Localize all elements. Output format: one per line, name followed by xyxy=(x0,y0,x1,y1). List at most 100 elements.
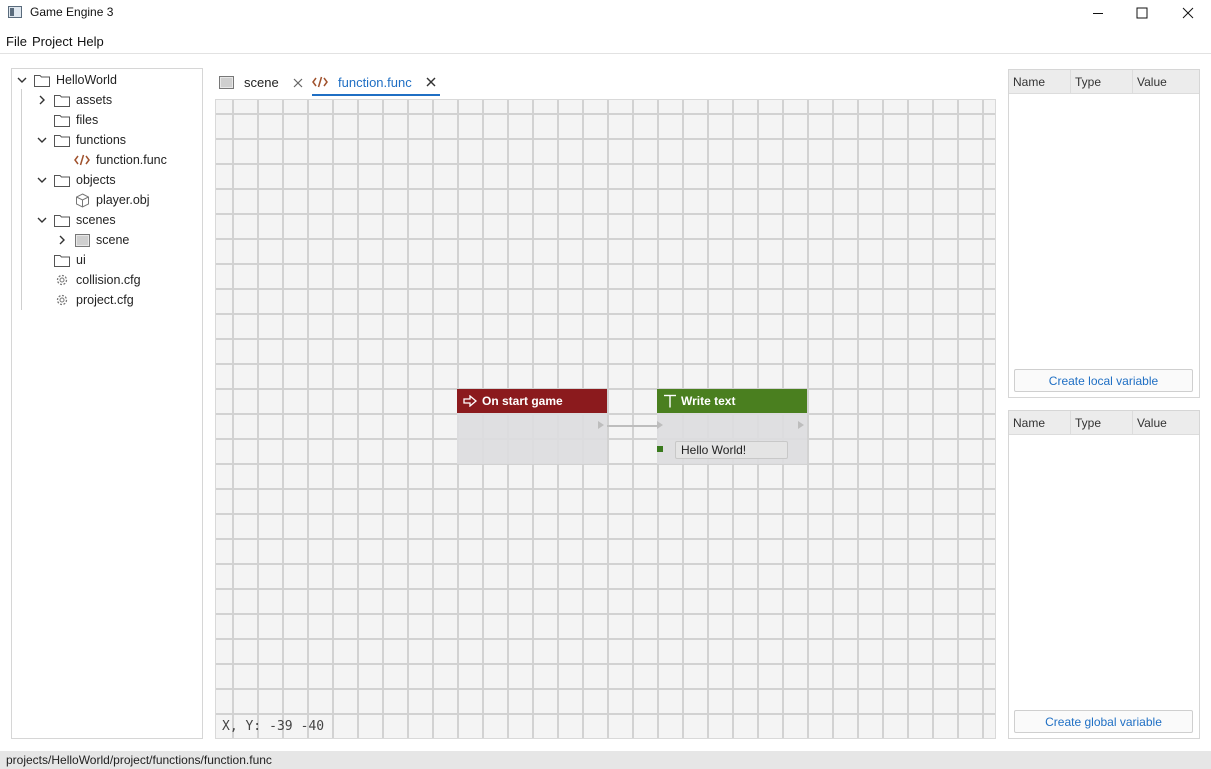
column-type[interactable]: Type xyxy=(1071,411,1133,434)
tree-item-label: collision.cfg xyxy=(76,273,141,287)
minimize-icon xyxy=(1093,13,1103,14)
text-value-input[interactable]: Hello World! xyxy=(675,441,788,459)
image-icon xyxy=(219,76,234,89)
tree-item-label: functions xyxy=(76,133,127,147)
column-name[interactable]: Name xyxy=(1009,70,1071,93)
maximize-icon xyxy=(1136,7,1148,19)
tree-item-assets[interactable]: assets xyxy=(36,90,112,110)
exec-output-pin[interactable] xyxy=(598,421,604,429)
node-graph-canvas[interactable]: On start game Write text Hello World! X,… xyxy=(215,99,996,739)
tree-item-ui[interactable]: ui xyxy=(36,250,86,270)
folder-icon xyxy=(54,110,70,130)
minimize-button[interactable] xyxy=(1075,0,1121,26)
title-bar: Game Engine 3 xyxy=(0,0,1211,26)
close-icon[interactable] xyxy=(426,77,436,87)
folder-icon xyxy=(54,170,70,190)
node-header[interactable]: On start game xyxy=(457,389,607,413)
coord-x: -39 xyxy=(269,719,293,734)
folder-icon xyxy=(54,250,70,270)
chevron-down-icon[interactable] xyxy=(36,170,48,190)
chevron-down-icon[interactable] xyxy=(36,130,48,150)
text-icon xyxy=(663,394,677,408)
folder-icon xyxy=(54,90,70,110)
column-value[interactable]: Value xyxy=(1133,70,1199,93)
column-type[interactable]: Type xyxy=(1071,70,1133,93)
menu-bar: File Project Help xyxy=(0,30,1211,54)
coords-label: X, Y: xyxy=(222,719,262,734)
tab-scene[interactable]: scene xyxy=(219,70,303,95)
tree-item-player-obj[interactable]: player.obj xyxy=(74,190,150,210)
tree-item-helloworld[interactable]: HelloWorld xyxy=(16,70,117,90)
status-path: projects/HelloWorld/project/functions/fu… xyxy=(6,753,272,767)
tree-item-label: scenes xyxy=(76,213,116,227)
chevron-down-icon[interactable] xyxy=(36,210,48,230)
tree-item-files[interactable]: files xyxy=(36,110,98,130)
exec-input-pin[interactable] xyxy=(657,421,663,429)
tree-item-label: objects xyxy=(76,173,116,187)
tree-item-label: ui xyxy=(76,253,86,267)
tree-item-project-cfg[interactable]: project.cfg xyxy=(36,290,134,310)
node-on-start-game[interactable]: On start game xyxy=(457,389,607,464)
project-tree: HelloWorld assets files functions functi… xyxy=(11,68,203,739)
node-body xyxy=(457,413,607,464)
tree-item-scenes[interactable]: scenes xyxy=(36,210,116,230)
chevron-right-icon[interactable] xyxy=(36,90,48,110)
image-icon xyxy=(74,230,90,250)
chevron-right-icon[interactable] xyxy=(56,230,68,250)
create-local-variable-button[interactable]: Create local variable xyxy=(1014,369,1193,392)
exec-output-pin[interactable] xyxy=(798,421,804,429)
folder-icon xyxy=(34,70,50,90)
variables-table-header: Name Type Value xyxy=(1009,411,1199,435)
arrow-right-icon xyxy=(463,395,478,407)
variables-table-header: Name Type Value xyxy=(1009,70,1199,94)
folder-icon xyxy=(54,210,70,230)
window-title: Game Engine 3 xyxy=(30,5,114,19)
menu-project[interactable]: Project xyxy=(32,34,72,49)
tree-item-functions[interactable]: functions xyxy=(36,130,126,150)
cursor-coordinates: X, Y: -39 -40 xyxy=(222,719,324,734)
gear-icon xyxy=(54,270,70,290)
tree-item-label: scene xyxy=(96,233,130,247)
tab-label: scene xyxy=(244,75,279,90)
node-write-text[interactable]: Write text Hello World! xyxy=(657,389,807,464)
tree-item-label: function.func xyxy=(96,153,167,167)
column-value[interactable]: Value xyxy=(1133,411,1199,434)
tab-label: function.func xyxy=(338,74,412,90)
tree-item-function-func[interactable]: function.func xyxy=(74,150,167,170)
node-body: Hello World! xyxy=(657,413,807,464)
node-title: Write text xyxy=(681,394,736,408)
tab-function-func[interactable]: function.func xyxy=(312,70,440,96)
menu-help[interactable]: Help xyxy=(77,34,104,49)
exec-connection xyxy=(607,425,657,427)
cube-icon xyxy=(74,190,90,210)
tree-item-label: HelloWorld xyxy=(56,73,117,87)
code-icon xyxy=(74,150,90,170)
maximize-button[interactable] xyxy=(1119,0,1165,26)
folder-icon xyxy=(54,130,70,150)
chevron-down-icon[interactable] xyxy=(16,70,28,90)
editor-tabs: scene function.func xyxy=(214,70,996,96)
gear-icon xyxy=(54,290,70,310)
status-bar: projects/HelloWorld/project/functions/fu… xyxy=(0,751,1211,769)
global-variables-panel: Name Type Value Create global variable xyxy=(1008,410,1200,739)
tree-item-scene[interactable]: scene xyxy=(56,230,129,250)
tree-item-label: player.obj xyxy=(96,193,150,207)
app-icon xyxy=(8,6,22,18)
text-input-pin[interactable] xyxy=(657,446,663,452)
local-variables-panel: Name Type Value Create local variable xyxy=(1008,69,1200,398)
close-icon xyxy=(1182,7,1194,19)
close-window-button[interactable] xyxy=(1165,0,1211,26)
node-title: On start game xyxy=(482,394,563,408)
create-global-variable-button[interactable]: Create global variable xyxy=(1014,710,1193,733)
tree-item-collision-cfg[interactable]: collision.cfg xyxy=(36,270,141,290)
coord-y: -40 xyxy=(300,719,325,734)
menu-file[interactable]: File xyxy=(6,34,27,49)
code-icon xyxy=(312,76,328,88)
column-name[interactable]: Name xyxy=(1009,411,1071,434)
tree-guide-line xyxy=(21,89,22,310)
tree-item-label: project.cfg xyxy=(76,293,134,307)
node-header[interactable]: Write text xyxy=(657,389,807,413)
tree-item-objects[interactable]: objects xyxy=(36,170,116,190)
close-icon[interactable] xyxy=(293,78,303,88)
tree-item-label: files xyxy=(76,113,99,127)
